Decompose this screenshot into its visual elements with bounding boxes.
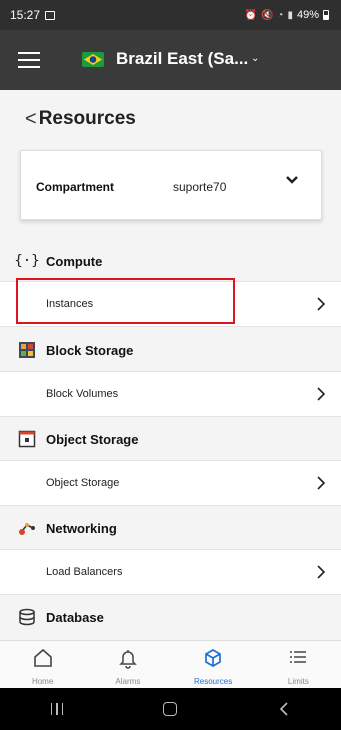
cube-icon[interactable] xyxy=(202,647,224,669)
nav-alarms[interactable]: Alarms xyxy=(85,641,170,689)
section-label: Object Storage xyxy=(46,431,139,447)
section-object-storage: Object Storage xyxy=(0,423,341,455)
back-arrow-icon[interactable]: < xyxy=(25,109,37,129)
section-label: Block Storage xyxy=(46,342,134,358)
status-time: 15:27 xyxy=(10,8,41,22)
home-circle-icon[interactable] xyxy=(163,702,178,716)
home-icon[interactable] xyxy=(32,647,54,669)
region-selector[interactable]: Brazil East (Sa... xyxy=(116,49,248,69)
list-item-load-balancers[interactable]: Load Balancers xyxy=(0,549,341,595)
system-nav-bar xyxy=(0,688,341,730)
chevron-down-icon[interactable] xyxy=(285,175,299,185)
status-bar: 15:27 ⏰ 🔇 ◔ ▮ 49% xyxy=(0,0,341,30)
section-compute: {·} Compute xyxy=(0,245,341,277)
item-label: Instances xyxy=(46,298,94,310)
recents-button[interactable] xyxy=(42,699,72,719)
app-header: Brazil East (Sa... ⌄ xyxy=(0,30,341,90)
nav-resources[interactable]: Resources xyxy=(171,641,256,689)
item-label: Load Balancers xyxy=(46,566,123,578)
recents-icon[interactable] xyxy=(50,703,64,715)
section-label: Database xyxy=(46,609,104,625)
signal-icon: ▮ xyxy=(287,9,293,21)
region-chevron-down-icon[interactable]: ⌄ xyxy=(251,53,259,64)
section-networking: Networking xyxy=(0,512,341,544)
compartment-label: Compartment xyxy=(36,180,115,194)
bottom-nav: Home Alarms Resources Limits xyxy=(0,640,341,688)
database-icon xyxy=(19,608,35,626)
list-item-block-volumes[interactable]: Block Volumes xyxy=(0,371,341,417)
section-label: Networking xyxy=(46,520,117,536)
compartment-value[interactable]: suporte70 xyxy=(173,180,226,194)
status-right: ⏰ 🔇 ◔ ▮ 49% xyxy=(244,9,329,21)
chevron-right-icon[interactable] xyxy=(316,564,326,580)
section-block-storage: Block Storage xyxy=(0,334,341,366)
chevron-right-icon[interactable] xyxy=(316,296,326,312)
compartment-selector[interactable]: Compartment suporte70 xyxy=(20,150,322,220)
list-icon[interactable] xyxy=(287,647,309,669)
section-label: Compute xyxy=(46,253,103,269)
nav-label: Alarms xyxy=(115,677,141,686)
battery-icon xyxy=(323,10,329,20)
bell-icon[interactable] xyxy=(117,647,139,669)
back-system-button[interactable] xyxy=(269,699,299,719)
list-item-object-storage[interactable]: Object Storage xyxy=(0,460,341,506)
page-title: Resources xyxy=(38,108,136,129)
nav-limits[interactable]: Limits xyxy=(256,641,341,689)
menu-icon[interactable] xyxy=(18,52,40,68)
back-button[interactable]: < Resources xyxy=(25,108,136,130)
networking-icon xyxy=(19,523,35,535)
battery-level: 49% xyxy=(296,9,319,21)
block-storage-icon xyxy=(19,342,35,358)
nav-label: Home xyxy=(31,677,54,686)
item-label: Object Storage xyxy=(46,477,120,489)
nav-label: Limits xyxy=(287,677,309,686)
item-label: Block Volumes xyxy=(46,388,119,400)
wifi-icon: ◔ xyxy=(277,9,284,21)
status-left: 15:27 xyxy=(10,8,56,22)
list-item-instances[interactable]: Instances xyxy=(0,281,341,327)
object-storage-icon xyxy=(18,430,36,448)
compute-braces-icon: {·} xyxy=(14,253,40,269)
nav-label: Resources xyxy=(194,677,233,686)
chevron-right-icon[interactable] xyxy=(316,386,326,402)
back-chevron-icon[interactable] xyxy=(279,701,289,717)
chevron-right-icon[interactable] xyxy=(316,475,326,491)
gallery-notification-icon xyxy=(45,10,56,20)
home-system-button[interactable] xyxy=(155,699,185,719)
nav-home[interactable]: Home xyxy=(0,641,85,689)
mute-icon: 🔇 xyxy=(260,9,274,21)
alarm-icon: ⏰ xyxy=(244,9,257,21)
section-database: Database xyxy=(0,601,341,633)
brazil-flag-icon xyxy=(82,52,104,67)
